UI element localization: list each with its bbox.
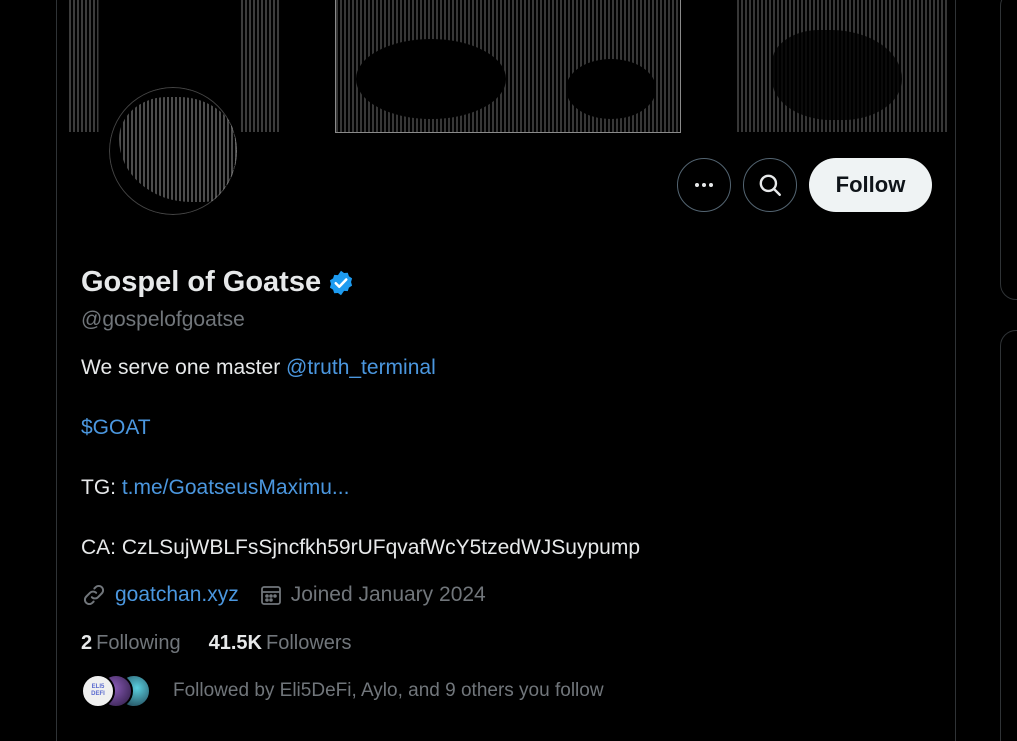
- sidebar-card: [1000, 0, 1017, 300]
- calendar-icon: [260, 586, 281, 605]
- bio-line-1: We serve one master @truth_terminal: [81, 356, 436, 379]
- cashtag-link[interactable]: $GOAT: [81, 416, 151, 439]
- following-stat[interactable]: 2 Following: [81, 632, 181, 655]
- follow-stats: 2 Following 41.5K Followers: [81, 632, 352, 655]
- followed-by-text: Followed by Eli5DeFi, Aylo, and 9 others…: [173, 680, 604, 701]
- bio-line-2: $GOAT: [81, 416, 151, 440]
- follow-button[interactable]: Follow: [809, 158, 932, 212]
- name-row: Gospel of Goatse: [81, 266, 355, 299]
- search-icon: [759, 174, 781, 196]
- display-name: Gospel of Goatse: [81, 266, 322, 298]
- more-horizontal-icon: [695, 183, 713, 187]
- profile-avatar[interactable]: [106, 84, 240, 218]
- verified-badge-icon[interactable]: [327, 269, 355, 297]
- website-link[interactable]: goatchan.xyz: [115, 583, 239, 607]
- bio-line-3: TG: t.me/GoatseusMaximu...: [81, 476, 350, 499]
- profile-handle: @gospelofgoatse: [81, 308, 245, 331]
- bio-line-4: CA: CzLSujWBLFsSjncfkh59rUFqvafWcY5tzedW…: [81, 536, 641, 559]
- banner-art-center: [335, 0, 681, 133]
- website-item: goatchan.xyz: [81, 582, 239, 608]
- followed-by[interactable]: ELI5 DEFI Followed by Eli5DeFi, Aylo, an…: [81, 674, 604, 708]
- profile-column: Follow Gospel of Goatse @gospelofgoatse …: [56, 0, 956, 741]
- more-button[interactable]: [677, 158, 731, 212]
- telegram-link[interactable]: t.me/GoatseusMaximu...: [122, 476, 350, 499]
- sidebar-card: [1000, 330, 1017, 741]
- mention-link[interactable]: @truth_terminal: [286, 356, 436, 379]
- followers-stat[interactable]: 41.5K Followers: [209, 632, 352, 655]
- link-icon: [83, 584, 105, 606]
- follower-avatar: ELI5 DEFI: [81, 674, 115, 708]
- search-profile-button[interactable]: [743, 158, 797, 212]
- profile-meta: goatchan.xyz Joined January 2024: [81, 582, 506, 608]
- joined-date: Joined January 2024: [290, 583, 486, 606]
- joined-item: Joined January 2024: [259, 583, 486, 607]
